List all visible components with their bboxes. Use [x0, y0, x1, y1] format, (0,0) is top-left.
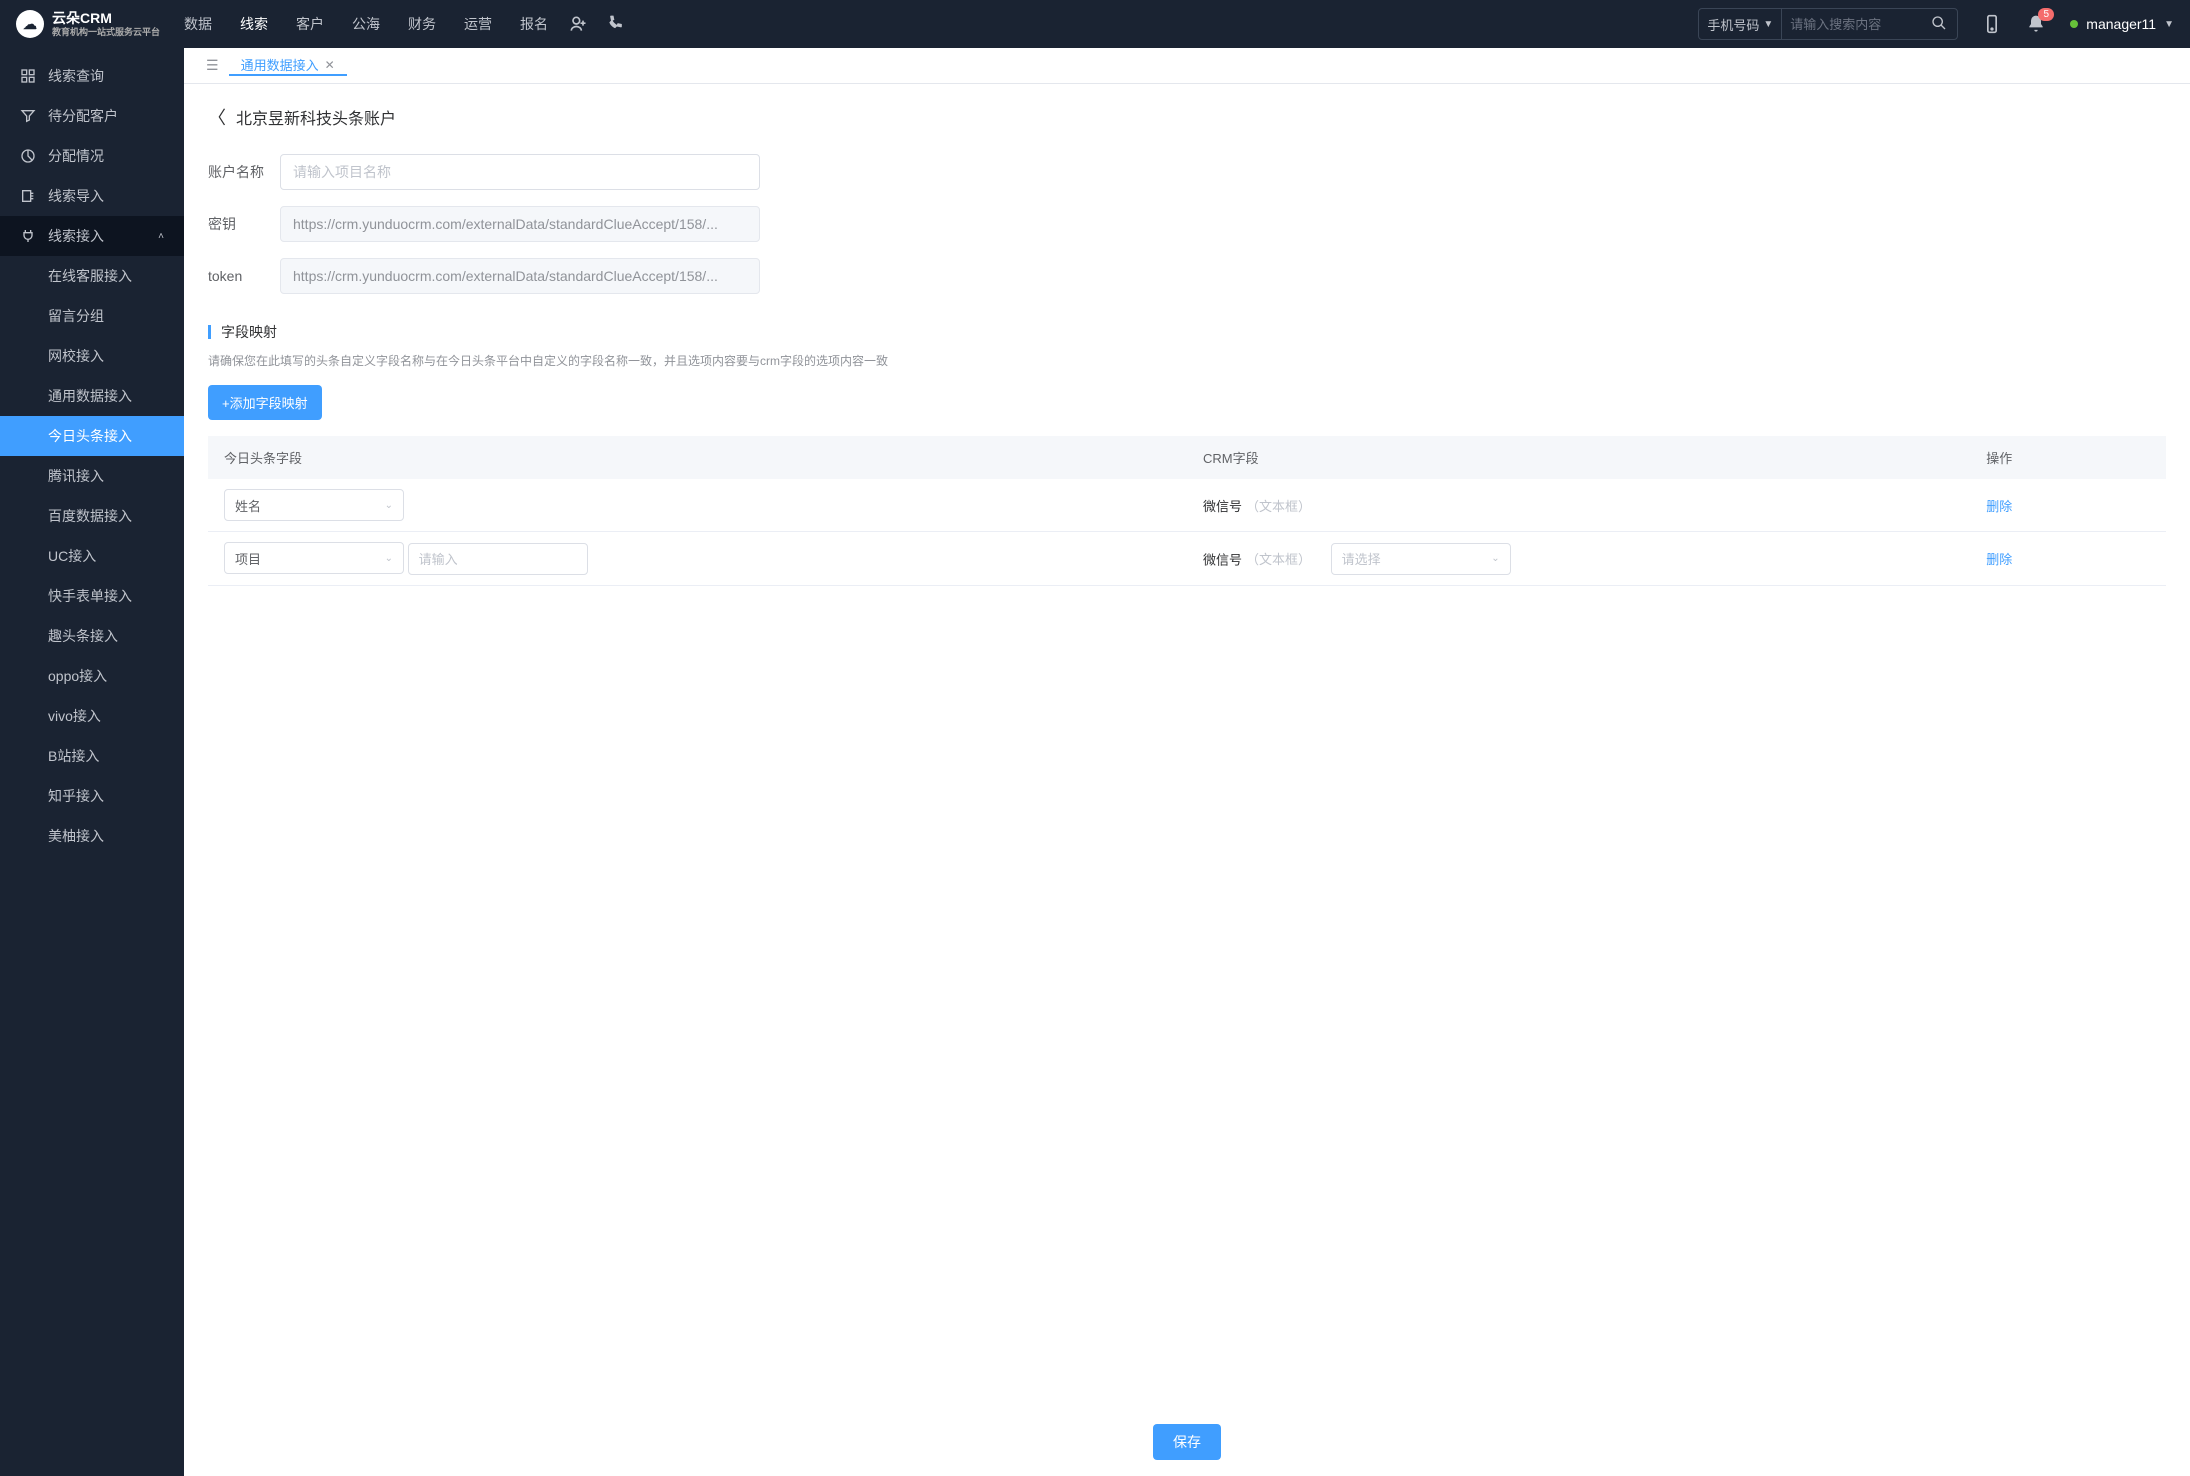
secret-label: 密钥 — [208, 214, 280, 234]
account-name-input[interactable] — [280, 154, 760, 190]
delete-button[interactable]: 删除 — [1986, 552, 2012, 567]
search-type-label: 手机号码 — [1707, 15, 1759, 34]
sidebar-sub-11[interactable]: vivo接入 — [0, 696, 184, 736]
sidebar-sub-14[interactable]: 美柚接入 — [0, 816, 184, 856]
section-title: 字段映射 — [221, 322, 277, 342]
field-mapping-table: 今日头条字段 CRM字段 操作 姓名⌄微信号（文本框）删除项目⌄ 微信号（文本框… — [208, 436, 2166, 586]
search-input[interactable] — [1781, 9, 1921, 39]
crm-field-label: 微信号 — [1203, 552, 1242, 567]
tab-label: 通用数据接入 — [241, 55, 319, 74]
crm-field-hint: （文本框） — [1246, 499, 1311, 514]
sidebar-sub-1[interactable]: 留言分组 — [0, 296, 184, 336]
add-field-mapping-button[interactable]: +添加字段映射 — [208, 385, 322, 420]
mobile-icon[interactable] — [1982, 14, 2002, 34]
nav-item-5[interactable]: 运营 — [464, 14, 492, 34]
sidebar-item-2[interactable]: 分配情况 — [0, 136, 184, 176]
status-dot-icon — [2070, 20, 2078, 28]
sidebar-sub-4[interactable]: 今日头条接入 — [0, 416, 184, 456]
table-header-toutiao: 今日头条字段 — [208, 436, 1187, 479]
section-desc: 请确保您在此填写的头条自定义字段名称与在今日头条平台中自定义的字段名称一致，并且… — [208, 352, 2166, 369]
phone-call-icon[interactable] — [606, 14, 626, 34]
nav-item-4[interactable]: 财务 — [408, 14, 436, 34]
pie-icon — [20, 148, 36, 164]
sidebar-sub-6[interactable]: 百度数据接入 — [0, 496, 184, 536]
search-group: 手机号码 ▼ — [1698, 8, 1958, 40]
sidebar-sub-2[interactable]: 网校接入 — [0, 336, 184, 376]
sidebar-sub-0[interactable]: 在线客服接入 — [0, 256, 184, 296]
token-label: token — [208, 268, 280, 284]
sidebar-item-clue-access[interactable]: 线索接入 ˄ — [0, 216, 184, 256]
sidebar-sub-7[interactable]: UC接入 — [0, 536, 184, 576]
sidebar-sub-13[interactable]: 知乎接入 — [0, 776, 184, 816]
search-type-select[interactable]: 手机号码 ▼ — [1699, 15, 1781, 34]
nav-item-0[interactable]: 数据 — [184, 14, 212, 34]
crm-field-select[interactable]: 请选择⌄ — [1331, 543, 1511, 575]
chevron-down-icon: ▼ — [2164, 19, 2174, 30]
chevron-down-icon: ▼ — [1763, 19, 1773, 30]
table-row: 姓名⌄ 微信号 （文本框） 删除 — [208, 479, 2166, 532]
sidebar-item-0[interactable]: 线索查询 — [0, 56, 184, 96]
search-button[interactable] — [1921, 15, 1957, 34]
toutiao-field-input[interactable] — [408, 543, 588, 575]
sidebar-item-label: 分配情况 — [48, 146, 104, 166]
logo-brand: 云朵CRM — [52, 10, 160, 27]
user-menu[interactable]: manager11 ▼ — [2070, 16, 2174, 32]
section-bar-icon — [208, 325, 211, 339]
crm-field-hint: （文本框） — [1246, 552, 1311, 567]
sidebar-item-3[interactable]: 线索导入 — [0, 176, 184, 216]
nav-item-3[interactable]: 公海 — [352, 14, 380, 34]
chevron-down-icon: ⌄ — [385, 500, 393, 511]
tab-0[interactable]: 通用数据接入 ✕ — [229, 55, 347, 76]
sidebar-sub-3[interactable]: 通用数据接入 — [0, 376, 184, 416]
logo[interactable]: ☁ 云朵CRM 教育机构一站式服务云平台 — [16, 10, 160, 38]
token-input[interactable] — [280, 258, 760, 294]
nav-item-1[interactable]: 线索 — [240, 14, 268, 34]
sidebar-sub-5[interactable]: 腾讯接入 — [0, 456, 184, 496]
account-name-label: 账户名称 — [208, 162, 280, 182]
sidebar-item-label: 待分配客户 — [48, 106, 118, 126]
plug-icon — [20, 228, 36, 244]
logo-subtitle: 教育机构一站式服务云平台 — [52, 27, 160, 38]
cloud-icon: ☁ — [16, 10, 44, 38]
table-header-action: 操作 — [1970, 436, 2166, 479]
sidebar-item-1[interactable]: 待分配客户 — [0, 96, 184, 136]
page-title: 北京昱新科技头条账户 — [236, 105, 396, 129]
notification-bell[interactable]: 5 — [2026, 14, 2046, 34]
user-add-icon[interactable] — [568, 14, 588, 34]
chevron-down-icon: ⌄ — [1491, 553, 1499, 564]
main-area: ☰ 通用数据接入 ✕ 〈 北京昱新科技头条账户 账户名称 密钥 token — [184, 48, 2190, 1476]
filter-icon — [20, 108, 36, 124]
nav-item-2[interactable]: 客户 — [296, 14, 324, 34]
sidebar-sub-10[interactable]: oppo接入 — [0, 656, 184, 696]
chevron-down-icon: ⌄ — [385, 553, 393, 564]
sidebar-toggle-icon[interactable]: ☰ — [196, 57, 229, 74]
back-icon[interactable]: 〈 — [208, 104, 226, 130]
crm-field-label: 微信号 — [1203, 499, 1242, 514]
table-row: 项目⌄ 微信号 （文本框） 请选择⌄ 删除 — [208, 532, 2166, 586]
sidebar-item-label: 线索导入 — [48, 186, 104, 206]
save-button[interactable]: 保存 — [1153, 1424, 1221, 1460]
sidebar-item-label: 线索查询 — [48, 66, 104, 86]
toutiao-field-select[interactable]: 姓名⌄ — [224, 489, 404, 521]
nav-items: 数据 线索 客户 公海 财务 运营 报名 — [184, 14, 548, 34]
sidebar-sub-8[interactable]: 快手表单接入 — [0, 576, 184, 616]
username: manager11 — [2086, 16, 2156, 32]
sidebar: 线索查询待分配客户分配情况线索导入线索接入 ˄ 在线客服接入留言分组网校接入通用数据… — [0, 48, 184, 1476]
page-content: 〈 北京昱新科技头条账户 账户名称 密钥 token 字段映射 请确保您在此填写… — [184, 84, 2190, 1476]
notification-badge: 5 — [2038, 8, 2054, 21]
chevron-up-icon: ˄ — [158, 231, 164, 242]
sidebar-sub-9[interactable]: 趣头条接入 — [0, 616, 184, 656]
tabs-bar: ☰ 通用数据接入 ✕ — [184, 48, 2190, 84]
toutiao-field-select[interactable]: 项目⌄ — [224, 542, 404, 574]
export-icon — [20, 188, 36, 204]
nav-item-6[interactable]: 报名 — [520, 14, 548, 34]
sidebar-item-label: 线索接入 — [48, 226, 104, 246]
table-header-crm: CRM字段 — [1187, 436, 1970, 479]
close-icon[interactable]: ✕ — [325, 58, 335, 72]
secret-input[interactable] — [280, 206, 760, 242]
delete-button[interactable]: 删除 — [1986, 499, 2012, 514]
grid-icon — [20, 68, 36, 84]
top-nav: ☁ 云朵CRM 教育机构一站式服务云平台 数据 线索 客户 公海 财务 运营 报名 手机号码… — [0, 0, 2190, 48]
sidebar-sub-12[interactable]: B站接入 — [0, 736, 184, 776]
